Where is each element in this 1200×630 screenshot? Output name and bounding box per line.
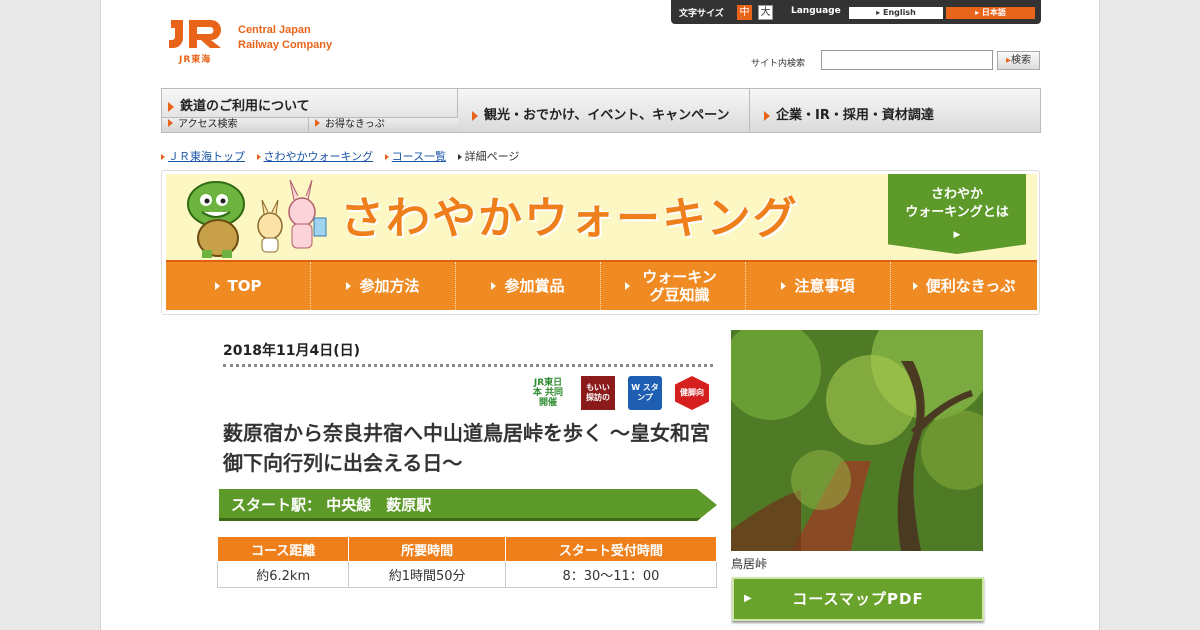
- breadcrumb-current: 詳細ページ: [464, 150, 520, 163]
- arrow-icon: [214, 282, 220, 290]
- gnav-tickets-link[interactable]: お得なきっぷ: [309, 117, 458, 132]
- course-map-pdf-button[interactable]: ▶ コースマップPDF: [732, 577, 984, 621]
- walking-nav-tips[interactable]: ウォーキング豆知識: [601, 262, 746, 310]
- company-name-line1: Central Japan: [238, 24, 311, 36]
- arrow-icon: [764, 110, 770, 121]
- walking-nav-how-to-join[interactable]: 参加方法: [311, 262, 456, 310]
- course-distance-value: 約6.2km: [216, 561, 350, 588]
- walking-nav-top[interactable]: TOP: [166, 262, 311, 310]
- walking-nav-tickets-label: 便利なきっぷ: [925, 277, 1016, 295]
- advanced-walker-badge: 健脚向: [675, 376, 709, 410]
- walking-nav-notes[interactable]: 注意事項: [746, 262, 891, 310]
- header-course-distance: コース距離: [216, 536, 350, 562]
- arrow-icon: [315, 119, 320, 127]
- header-start-time: スタート受付時間: [504, 536, 718, 562]
- gnav-tourism-label: 観光・おでかけ、イベント、キャンペーン: [484, 108, 730, 123]
- course-map-pdf-label: コースマップPDF: [792, 590, 924, 608]
- play-icon: ▶: [744, 593, 753, 604]
- search-button[interactable]: ▸検索: [997, 51, 1040, 70]
- banner-title: さわやかウォーキング: [340, 193, 799, 244]
- table-header-row: コース距離 所要時間 スタート受付時間: [216, 536, 718, 562]
- crumb-arrow-icon: [161, 154, 165, 160]
- duration-value: 約1時間50分: [348, 561, 506, 588]
- walking-nav-tickets[interactable]: 便利なきっぷ: [891, 262, 1037, 310]
- crumb-arrow-icon: [256, 154, 261, 160]
- language-label: Language: [791, 6, 841, 16]
- jr-logo-icon[interactable]: [167, 18, 229, 50]
- start-station-bar: スタート駅： 中央線 薮原駅: [219, 489, 717, 521]
- arrow-icon: [491, 282, 497, 290]
- arrow-icon: [912, 282, 918, 290]
- walking-nav-how-to-join-label: 参加方法: [359, 277, 420, 295]
- gnav-tourism-link[interactable]: 観光・おでかけ、イベント、キャンペーン: [472, 104, 729, 123]
- walking-nav-prizes-label: 参加賞品: [504, 277, 565, 295]
- japanese-label: 日本語: [981, 8, 1006, 17]
- breadcrumb-link-walking[interactable]: さわやかウォーキング: [264, 150, 374, 163]
- arrow-icon: [168, 119, 173, 127]
- photo-caption: 鳥居峠: [731, 557, 768, 571]
- about-walking-button[interactable]: さわやか ウォーキングとは ▶: [888, 174, 1026, 254]
- course-info-table: コース距離 所要時間 スタート受付時間 約6.2km 約1時間50分 8：30～…: [216, 536, 718, 588]
- logo-kanji: JR東海: [179, 55, 212, 65]
- search-label: サイト内検索: [751, 59, 806, 69]
- gnav-corporate[interactable]: 企業・IR・採用・資材調達: [750, 89, 1040, 132]
- walking-nav: TOP 参加方法 参加賞品 ウォーキング豆知識 注意事項 便利なきっぷ: [166, 260, 1037, 310]
- gnav-rail-use[interactable]: 鉄道のご利用について アクセス検索 お得なきっぷ: [162, 89, 458, 132]
- forest-path-photo-icon: [731, 330, 983, 551]
- about-line1: さわやか: [930, 187, 983, 202]
- gnav-rail-use-link[interactable]: 鉄道のご利用について: [168, 95, 310, 114]
- search-button-label: 検索: [1011, 55, 1032, 66]
- arrow-icon: [168, 101, 174, 112]
- english-label: English: [882, 8, 916, 17]
- gnav-access-link[interactable]: アクセス検索: [162, 117, 309, 132]
- utility-bar: 文字サイズ 中 大 Language ▸ English ▸ 日本語: [671, 0, 1041, 24]
- walking-nav-notes-label: 注意事項: [794, 277, 855, 295]
- font-size-large-button[interactable]: 大: [758, 5, 773, 20]
- banner-header: さわやかウォーキング さわやか ウォーキングとは ▶: [166, 174, 1037, 260]
- tanbou-badge: もいい 探訪の: [581, 376, 615, 410]
- gnav-access-label: アクセス検索: [178, 119, 238, 130]
- dotted-divider: [223, 364, 713, 367]
- event-date: 2018年11月4日(日): [223, 343, 360, 359]
- arrow-icon: [346, 282, 352, 290]
- page: JR東海 Central Japan Railway Company 文字サイズ…: [100, 0, 1100, 630]
- english-button[interactable]: ▸ English: [849, 7, 943, 19]
- walking-nav-top-label: TOP: [227, 277, 262, 295]
- font-size-label: 文字サイズ: [679, 9, 724, 19]
- arrow-icon: [781, 282, 787, 290]
- crumb-arrow-icon: [457, 154, 462, 160]
- company-name: Central Japan Railway Company: [238, 23, 332, 53]
- walking-nav-tips-label: ウォーキング豆知識: [642, 268, 717, 304]
- course-photo: [731, 330, 983, 551]
- gnav-corporate-label: 企業・IR・採用・資材調達: [776, 108, 934, 123]
- gnav-tourism[interactable]: 観光・おでかけ、イベント、キャンペーン: [458, 89, 750, 132]
- crumb-arrow-icon: [384, 154, 389, 160]
- about-line2: ウォーキングとは: [905, 205, 1009, 220]
- start-time-value: 8：30～11：00: [504, 561, 718, 588]
- gnav-rail-use-label: 鉄道のご利用について: [180, 99, 310, 114]
- mascot-characters-icon: [187, 179, 327, 258]
- walking-nav-prizes[interactable]: 参加賞品: [456, 262, 601, 310]
- play-icon: ▶: [953, 230, 961, 240]
- header-duration: 所要時間: [348, 536, 506, 562]
- breadcrumb: ＪＲ東海トップ さわやかウォーキング コース一覧 詳細ページ: [161, 148, 519, 164]
- jr-east-joint-badge: JR東日本 共同開催: [532, 378, 564, 408]
- walking-banner: さわやかウォーキング さわやか ウォーキングとは ▶ TOP 参加方法 参加賞品…: [161, 170, 1040, 315]
- event-title: 薮原宿から奈良井宿へ中山道鳥居峠を歩く ～皇女和宮御下向行列に出会える日～: [223, 421, 710, 475]
- gnav-corporate-link[interactable]: 企業・IR・採用・資材調達: [764, 104, 934, 123]
- global-nav: 鉄道のご利用について アクセス検索 お得なきっぷ 観光・おでかけ、イベント、キャ…: [161, 88, 1041, 133]
- japanese-button[interactable]: ▸ 日本語: [946, 7, 1035, 19]
- breadcrumb-link-top[interactable]: ＪＲ東海トップ: [168, 150, 245, 163]
- company-name-line2: Railway Company: [238, 39, 333, 51]
- gnav-tickets-label: お得なきっぷ: [325, 119, 385, 130]
- search-input[interactable]: [821, 50, 993, 70]
- arrow-icon: [624, 282, 630, 290]
- table-row: 約6.2km 約1時間50分 8：30～11：00: [216, 561, 718, 588]
- font-size-medium-button[interactable]: 中: [737, 5, 752, 20]
- w-stamp-badge: W スタンプ: [628, 376, 662, 410]
- breadcrumb-link-courses[interactable]: コース一覧: [392, 150, 446, 163]
- arrow-icon: [472, 110, 478, 121]
